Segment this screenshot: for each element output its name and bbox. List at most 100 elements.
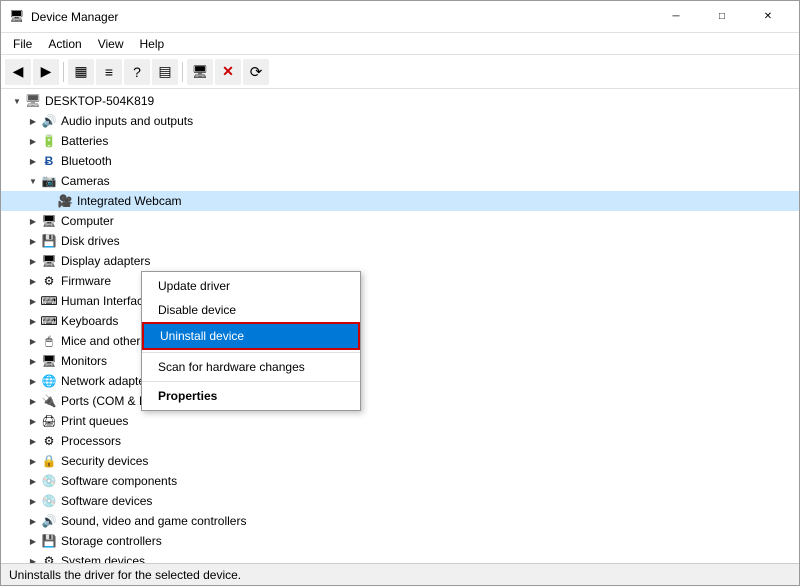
tree-item-firmware[interactable]: ▶ ⚙ Firmware	[1, 271, 799, 291]
minimize-button[interactable]: ─	[653, 1, 699, 33]
scan-button[interactable]: ⟳	[243, 59, 269, 85]
tree-root[interactable]: ▼ 🖥 DESKTOP-504K819	[1, 91, 799, 111]
view-list-button[interactable]: ≡	[96, 59, 122, 85]
ctx-disable-device[interactable]: Disable device	[142, 298, 360, 322]
sound-expand-icon[interactable]: ▶	[25, 513, 41, 529]
computer-label: Computer	[61, 214, 114, 228]
batteries-expand-icon[interactable]: ▶	[25, 133, 41, 149]
ctx-separator-1	[142, 352, 360, 353]
processors-label: Processors	[61, 434, 121, 448]
tree-item-ports[interactable]: ▶ 🔌 Ports (COM & LPT)	[1, 391, 799, 411]
monitors-expand-icon[interactable]: ▶	[25, 353, 41, 369]
security-expand-icon[interactable]: ▶	[25, 453, 41, 469]
ctx-scan[interactable]: Scan for hardware changes	[142, 355, 360, 379]
menu-file[interactable]: File	[5, 35, 40, 53]
tree-item-storage[interactable]: ▶ 💾 Storage controllers	[1, 531, 799, 551]
processors-expand-icon[interactable]: ▶	[25, 433, 41, 449]
print-label: Print queues	[61, 414, 128, 428]
batteries-icon: 🔋	[41, 133, 57, 149]
system-expand-icon[interactable]: ▶	[25, 553, 41, 563]
tree-item-batteries[interactable]: ▶ 🔋 Batteries	[1, 131, 799, 151]
tree-item-webcam[interactable]: 🎥 Integrated Webcam	[1, 191, 799, 211]
status-text: Uninstalls the driver for the selected d…	[9, 568, 241, 582]
help-button[interactable]: ?	[124, 59, 150, 85]
softdev-expand-icon[interactable]: ▶	[25, 493, 41, 509]
ctx-update-driver[interactable]: Update driver	[142, 274, 360, 298]
tree-item-softcomp[interactable]: ▶ 💿 Software components	[1, 471, 799, 491]
security-icon: 🔒	[41, 453, 57, 469]
tree-item-monitors[interactable]: ▶ 🖥 Monitors	[1, 351, 799, 371]
root-expand-icon[interactable]: ▼	[9, 93, 25, 109]
app-icon: 🖥	[9, 9, 25, 25]
window-title: Device Manager	[31, 10, 653, 24]
audio-icon: 🔊	[41, 113, 57, 129]
uninstall-button[interactable]: ✕	[215, 59, 241, 85]
tree-item-sound[interactable]: ▶ 🔊 Sound, video and game controllers	[1, 511, 799, 531]
keyboards-icon: ⌨	[41, 313, 57, 329]
device-tree[interactable]: ▼ 🖥 DESKTOP-504K819 ▶ 🔊 Audio inputs and…	[1, 89, 799, 563]
computer-icon: 🖥	[25, 93, 41, 109]
webcam-expand-icon	[41, 193, 57, 209]
ctx-properties[interactable]: Properties	[142, 384, 360, 408]
webcam-label: Integrated Webcam	[77, 194, 182, 208]
softcomp-expand-icon[interactable]: ▶	[25, 473, 41, 489]
computer-expand-icon[interactable]: ▶	[25, 213, 41, 229]
bluetooth-expand-icon[interactable]: ▶	[25, 153, 41, 169]
sound-icon: 🔊	[41, 513, 57, 529]
menu-action[interactable]: Action	[40, 35, 89, 53]
view-props-button[interactable]: ▦	[68, 59, 94, 85]
tree-item-network[interactable]: ▶ 🌐 Network adapters	[1, 371, 799, 391]
cameras-expand-icon[interactable]: ▼	[25, 173, 41, 189]
display-expand-icon[interactable]: ▶	[25, 253, 41, 269]
system-icon: ⚙	[41, 553, 57, 563]
tree-item-system[interactable]: ▶ ⚙ System devices	[1, 551, 799, 563]
storage-icon: 💾	[41, 533, 57, 549]
close-button[interactable]: ✕	[745, 1, 791, 33]
monitor-button[interactable]: 🖥	[187, 59, 213, 85]
tree-item-computer[interactable]: ▶ 🖥 Computer	[1, 211, 799, 231]
ctx-separator-2	[142, 381, 360, 382]
menu-view[interactable]: View	[90, 35, 132, 53]
ports-expand-icon[interactable]: ▶	[25, 393, 41, 409]
tree-item-print[interactable]: ▶ 🖨 Print queues	[1, 411, 799, 431]
network-expand-icon[interactable]: ▶	[25, 373, 41, 389]
tree-item-security[interactable]: ▶ 🔒 Security devices	[1, 451, 799, 471]
title-bar: 🖥 Device Manager ─ □ ✕	[1, 1, 799, 33]
tree-item-display[interactable]: ▶ 🖥 Display adapters	[1, 251, 799, 271]
menu-help[interactable]: Help	[132, 35, 173, 53]
firmware-icon: ⚙	[41, 273, 57, 289]
root-label: DESKTOP-504K819	[45, 94, 154, 108]
keyboards-label: Keyboards	[61, 314, 118, 328]
keyboards-expand-icon[interactable]: ▶	[25, 313, 41, 329]
ports-icon: 🔌	[41, 393, 57, 409]
tree-item-softdev[interactable]: ▶ 💿 Software devices	[1, 491, 799, 511]
tree-item-mice[interactable]: ▶ 🖱 Mice and other pointing devices	[1, 331, 799, 351]
tree-item-human[interactable]: ▶ ⌨ Human Interface Devices	[1, 291, 799, 311]
maximize-button[interactable]: □	[699, 1, 745, 33]
print-icon: 🖨	[41, 413, 57, 429]
tree-item-bluetooth[interactable]: ▶ Ƀ Bluetooth	[1, 151, 799, 171]
menu-bar: File Action View Help	[1, 33, 799, 55]
tree-item-cameras[interactable]: ▼ 📷 Cameras	[1, 171, 799, 191]
processors-icon: ⚙	[41, 433, 57, 449]
webcam-icon: 🎥	[57, 193, 73, 209]
storage-expand-icon[interactable]: ▶	[25, 533, 41, 549]
human-expand-icon[interactable]: ▶	[25, 293, 41, 309]
tree-item-processors[interactable]: ▶ ⚙ Processors	[1, 431, 799, 451]
print-expand-icon[interactable]: ▶	[25, 413, 41, 429]
tree-item-keyboards[interactable]: ▶ ⌨ Keyboards	[1, 311, 799, 331]
ctx-uninstall-device[interactable]: Uninstall device	[142, 322, 360, 350]
forward-button[interactable]: ▶	[33, 59, 59, 85]
cameras-label: Cameras	[61, 174, 110, 188]
back-button[interactable]: ◀	[5, 59, 31, 85]
audio-expand-icon[interactable]: ▶	[25, 113, 41, 129]
softcomp-label: Software components	[61, 474, 177, 488]
monitors-icon: 🖥	[41, 353, 57, 369]
firmware-expand-icon[interactable]: ▶	[25, 273, 41, 289]
tree-item-audio[interactable]: ▶ 🔊 Audio inputs and outputs	[1, 111, 799, 131]
tree-item-disk[interactable]: ▶ 💾 Disk drives	[1, 231, 799, 251]
view-resources-button[interactable]: ▤	[152, 59, 178, 85]
window-controls: ─ □ ✕	[653, 1, 791, 33]
mice-expand-icon[interactable]: ▶	[25, 333, 41, 349]
disk-expand-icon[interactable]: ▶	[25, 233, 41, 249]
